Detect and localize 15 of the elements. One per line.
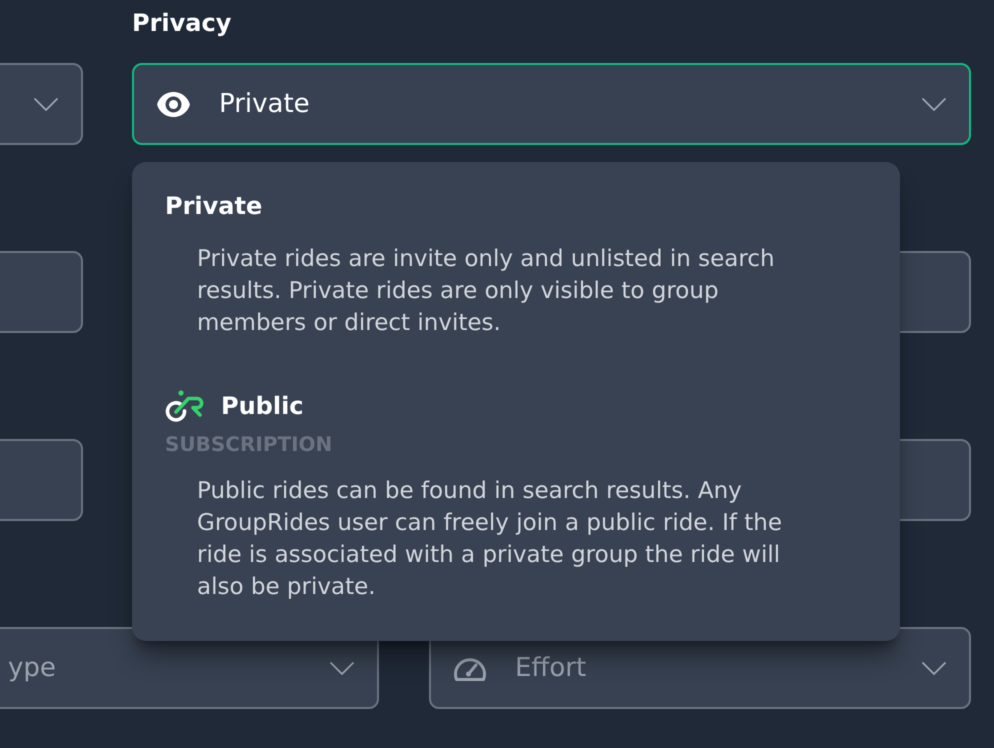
menu-option[interactable]: Private bbox=[165, 190, 262, 222]
chevron-down-icon bbox=[330, 662, 354, 674]
option-description: Private rides are invite only and unlisted in search results. Private rides are only visible to group members or direct invites. bbox=[197, 245, 776, 338]
input-field[interactable] bbox=[0, 251, 83, 333]
dropdown-field[interactable]: Private bbox=[132, 63, 971, 145]
chevron-down-icon bbox=[922, 662, 946, 674]
menu-option[interactable]: Public bbox=[221, 390, 304, 422]
logo-icon bbox=[164, 390, 206, 422]
option-description: Public rides can be found in search results. Any GroupRides user can freely join a public ride. If the ride is associated with a private group the ride will also be private. bbox=[197, 477, 784, 602]
eye-icon bbox=[156, 92, 191, 116]
dropdown-field[interactable] bbox=[0, 63, 83, 145]
field-label: Privacy bbox=[132, 8, 232, 39]
chevron-down-icon bbox=[34, 98, 58, 110]
input-field[interactable] bbox=[0, 439, 83, 521]
chevron-down-icon bbox=[922, 98, 946, 110]
